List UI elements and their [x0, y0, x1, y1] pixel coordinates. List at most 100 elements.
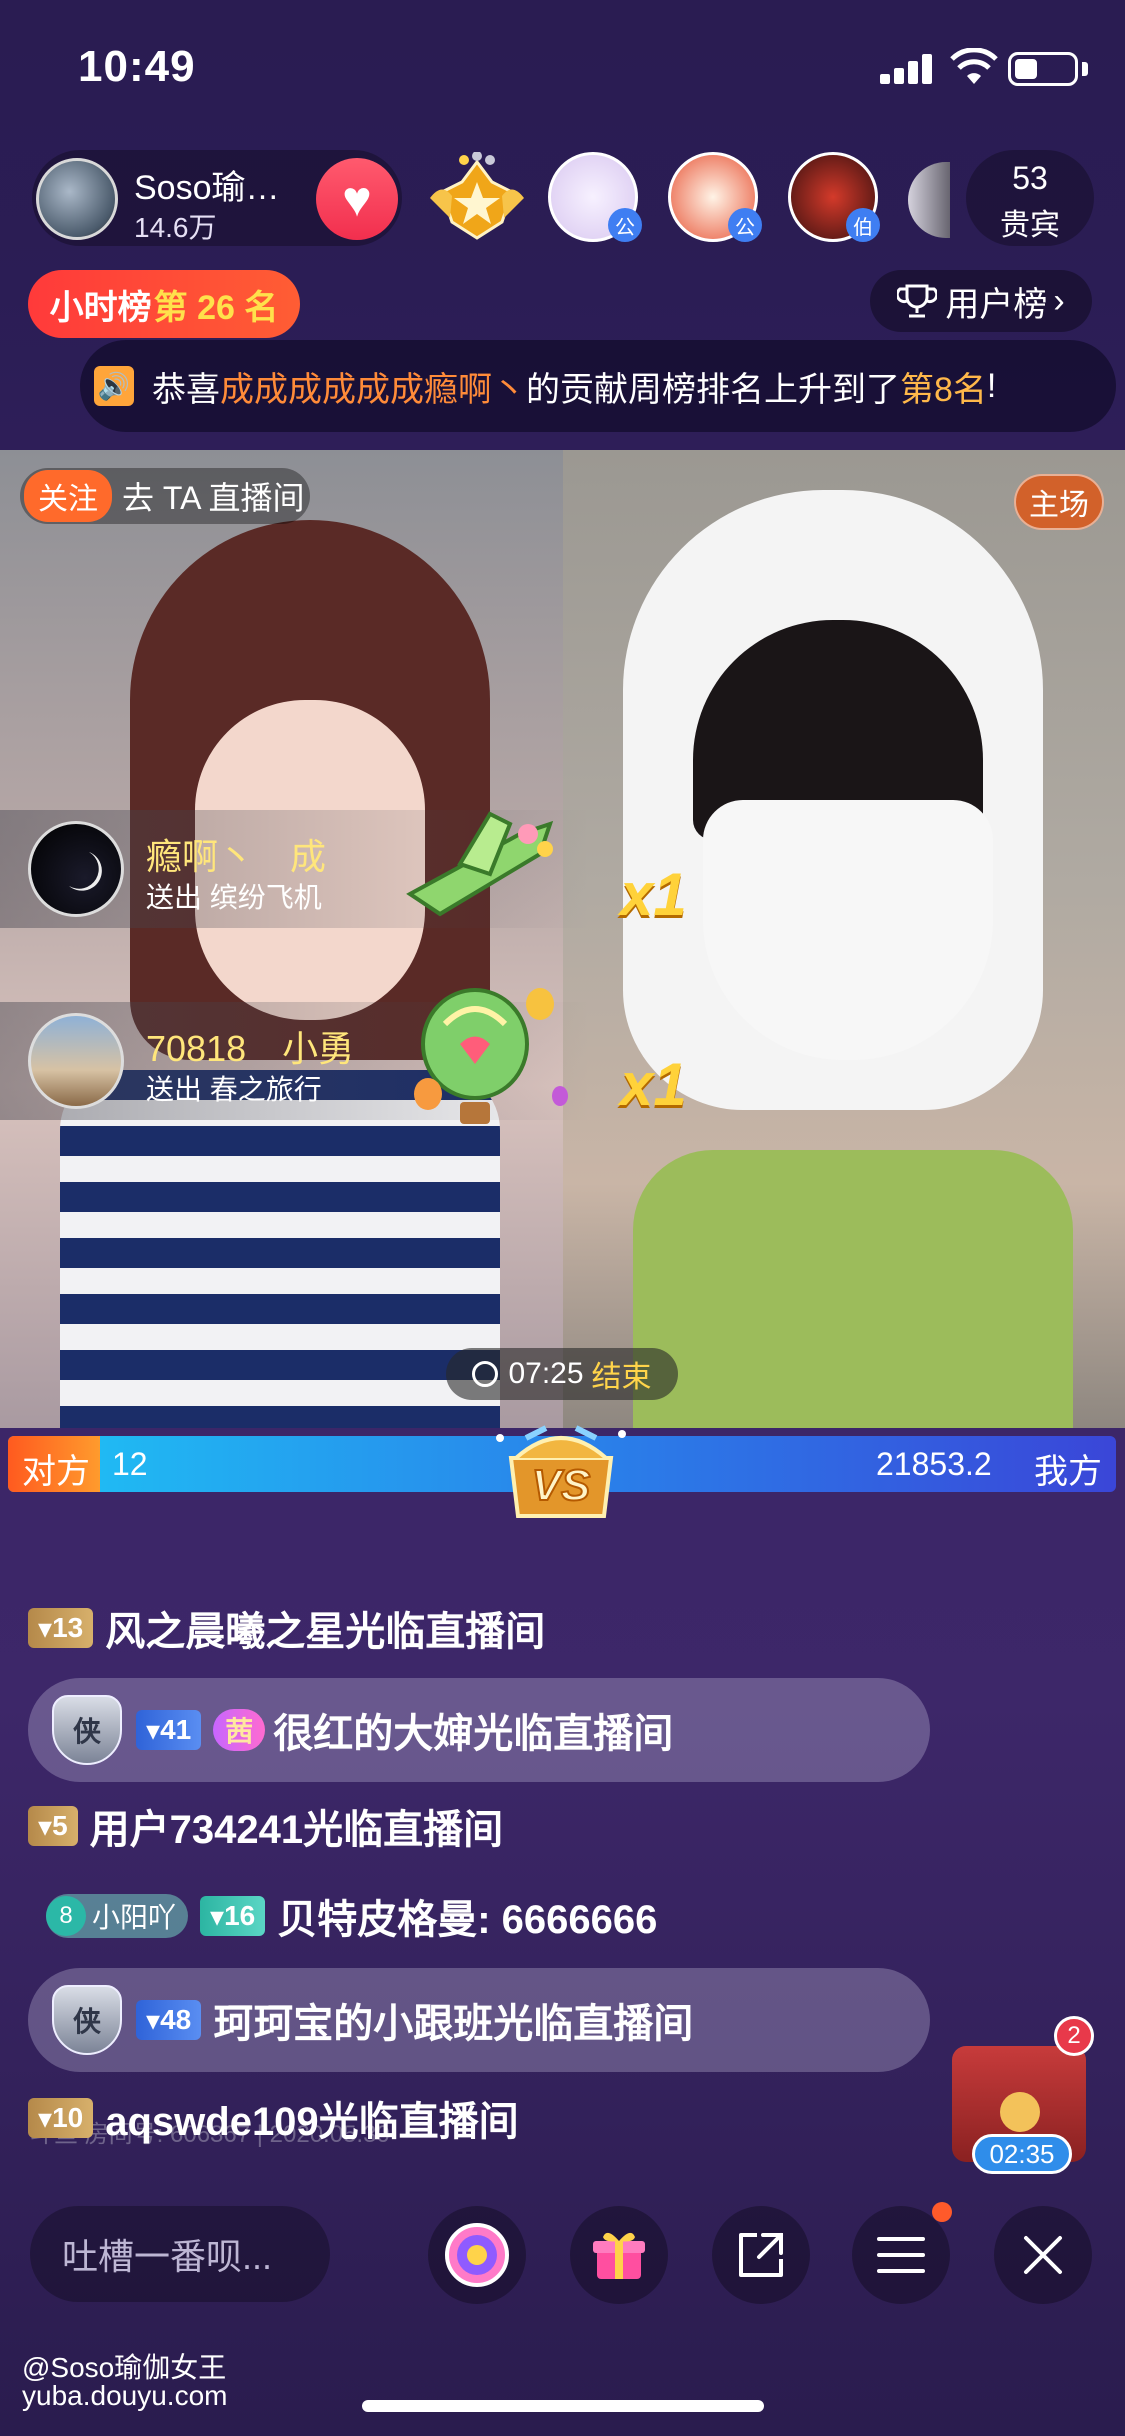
follow-heart-button[interactable]: ♥ — [316, 158, 398, 240]
close-button[interactable] — [994, 2206, 1092, 2304]
pk-timer-label: 结束 — [591, 1361, 652, 1394]
fan-badge: 茜 — [213, 1709, 266, 1751]
gift-notification: 瘾啊丶 成 送出 缤纷飞机 — [0, 810, 590, 928]
user-level-badge: ▾ 16 — [200, 1896, 266, 1936]
home-side-tag: 主场 — [1014, 474, 1104, 530]
wheel-icon — [445, 2223, 509, 2287]
host-avatar[interactable] — [36, 158, 118, 240]
signal-icon — [880, 52, 934, 84]
battery-icon — [1008, 52, 1078, 86]
notice-prefix: 恭喜 — [152, 370, 220, 409]
wifi-icon — [950, 48, 998, 84]
opponent-video[interactable] — [0, 450, 563, 1428]
user-level-badge: ▾ 5 — [28, 1806, 78, 1846]
chat-text: 贝特皮格曼: 6666666 — [277, 1898, 658, 1942]
home-indicator[interactable] — [362, 2400, 764, 2412]
chest-timer: 02:35 — [972, 2134, 1072, 2174]
chevron-right-icon: › — [1053, 281, 1065, 320]
fan-club-badge: 8 小阳吖 — [46, 1894, 189, 1938]
airplane-gift-icon — [406, 811, 554, 917]
gift-multiplier-1: x1 — [620, 861, 687, 928]
guest-tag-2: 公 — [728, 208, 762, 242]
chat-message[interactable]: 侠 ▾ 41 茜 很红的大婶光临直播间 — [28, 1678, 930, 1782]
gift-icon — [593, 2232, 645, 2279]
status-time: 10:49 — [78, 42, 196, 91]
host-video[interactable] — [563, 450, 1125, 1428]
chat-text: aqswde109光临直播间 — [105, 2100, 519, 2144]
pk-my-score: 21853.2 — [876, 1446, 992, 1482]
watermark-site: yuba.douyu.com — [22, 2380, 228, 2411]
notification-dot — [932, 2202, 952, 2222]
video-figure-mask — [703, 800, 993, 1060]
close-icon — [1024, 2236, 1062, 2274]
vip-count: 53 — [1012, 160, 1048, 196]
rank-badge-icon[interactable] — [422, 152, 532, 244]
chat-input[interactable]: 吐槽一番呗... — [30, 2206, 330, 2302]
pk-my-label: 我方 — [1034, 1453, 1102, 1491]
gift-notification: 70818 小勇 送出 春之旅行 — [0, 988, 590, 1124]
hour-rank-position: 第 26 名 — [153, 288, 279, 327]
user-rank-button[interactable]: 用户榜 › — [870, 270, 1092, 332]
balloon-gift-icon — [414, 988, 568, 1124]
share-button[interactable] — [712, 2206, 810, 2304]
pk-opponent-score: 12 — [112, 1446, 148, 1482]
guest-avatar-partial[interactable] — [908, 162, 950, 238]
clock-icon — [472, 1361, 499, 1387]
notice-suffix: ! — [986, 366, 997, 405]
host-fans-count: 14.6万 — [134, 212, 217, 243]
share-icon — [739, 2233, 783, 2277]
chat-text: 很红的大婶光临直播间 — [273, 1712, 674, 1756]
guest-tag-3: 伯 — [846, 208, 880, 242]
gift-sender-avatar[interactable] — [28, 821, 124, 917]
hour-rank-badge[interactable]: 小时榜 第 26 名 — [28, 270, 300, 338]
notice-rank: 第8名 — [900, 370, 987, 409]
guardian-shield-icon: 侠 — [52, 1695, 122, 1765]
chat-message[interactable]: ▾ 13 风之晨曦之星光临直播间 — [28, 1576, 545, 1680]
gift-button[interactable] — [570, 2206, 668, 2304]
menu-icon — [877, 2237, 925, 2273]
chest-lock-icon — [1000, 2092, 1040, 2132]
gift-sender-name: 70818 小勇 — [146, 1028, 355, 1069]
vip-guests-button[interactable]: 53 贵宾 — [966, 150, 1094, 246]
chat-message[interactable]: ▾ 10 aqswde109光临直播间 — [28, 2066, 519, 2170]
notice-middle: 的贡献周榜排名上升到了 — [526, 370, 900, 409]
chat-message[interactable]: 侠 ▾ 48 珂珂宝的小跟班光临直播间 — [28, 1968, 930, 2072]
pk-timer-time: 07:25 — [508, 1357, 584, 1390]
notice-username: 成成成成成成瘾啊丶 — [220, 370, 526, 409]
heart-icon: ♥ — [342, 171, 372, 227]
guardian-shield-icon: 侠 — [52, 1985, 122, 2055]
user-rank-label: 用户榜 — [945, 285, 1048, 324]
opponent-follow-pill: 关注 去 TA 直播间 — [20, 468, 310, 524]
vs-chest-icon[interactable]: VS — [486, 1408, 636, 1526]
user-level-badge: ▾ 41 — [136, 1710, 202, 1750]
video-figure-green-top — [633, 1150, 1073, 1428]
moon-icon — [69, 852, 102, 891]
gift-multiplier-2: x1 — [620, 1051, 687, 1118]
gift-description: 送出 缤纷飞机 — [146, 882, 322, 913]
chest-count-badge: 2 — [1054, 2016, 1094, 2056]
gift-description: 送出 春之旅行 — [146, 1074, 322, 1105]
pk-timer: 07:25 结束 — [446, 1348, 678, 1400]
lucky-wheel-button[interactable] — [428, 2206, 526, 2304]
trophy-icon — [897, 284, 938, 318]
chat-text: 用户734241光临直播间 — [89, 1808, 504, 1852]
speaker-icon: 🔊 — [94, 366, 134, 406]
hour-rank-prefix: 小时榜 — [49, 288, 152, 327]
battery-cap — [1082, 62, 1088, 76]
vip-label: 贵宾 — [1000, 209, 1060, 242]
chat-text: 珂珂宝的小跟班光临直播间 — [213, 2002, 694, 2046]
chat-text: 风之晨曦之星光临直播间 — [105, 1610, 546, 1654]
user-level-badge: ▾ 10 — [28, 2098, 94, 2138]
user-level-badge: ▾ 13 — [28, 1608, 94, 1648]
announcement-banner: 🔊 恭喜 成成成成成成瘾啊丶 的贡献周榜排名上升到了 第8名! — [80, 340, 1116, 432]
svg-text:VS: VS — [532, 1461, 591, 1510]
goto-opponent-live-link[interactable]: 去 TA 直播间 — [122, 473, 305, 519]
gift-sender-avatar[interactable] — [28, 1013, 124, 1109]
guest-tag-1: 公 — [608, 208, 642, 242]
follow-opponent-button[interactable]: 关注 — [24, 470, 112, 522]
chat-message[interactable]: 8 小阳吖 ▾ 16 贝特皮格曼: 6666666 — [46, 1864, 657, 1968]
chat-message[interactable]: ▾ 5 用户734241光临直播间 — [28, 1774, 503, 1878]
more-menu-button[interactable] — [852, 2206, 950, 2304]
user-level-badge: ▾ 48 — [136, 2000, 202, 2040]
gift-sender-name: 瘾啊丶 成 — [146, 836, 327, 877]
